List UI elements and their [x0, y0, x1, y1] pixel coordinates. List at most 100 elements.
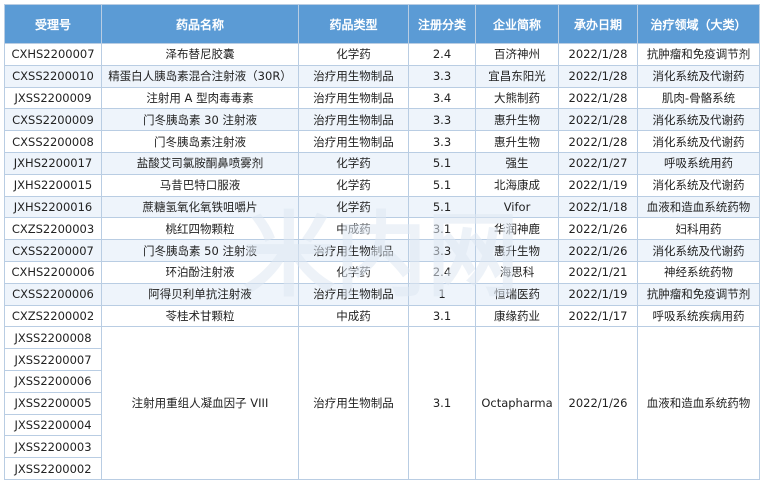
drug-name-cell: 阿得贝利单抗注射液	[101, 282, 299, 306]
registration-category-cell: 5.1	[408, 173, 476, 197]
drug-name-cell: 门冬胰岛素注射液	[101, 130, 299, 153]
therapeutic-area-cell: 消化系统及代谢药	[637, 173, 760, 197]
drug-type-cell: 治疗用生物制品	[298, 86, 409, 110]
acceptance-id-cell: JXHS2200017	[4, 151, 102, 175]
acceptance-id-cell: JXSS2200005	[4, 391, 102, 415]
acceptance-id-cell: CXSS2200007	[4, 239, 102, 262]
table-row: JXHS2200015 马昔巴特口服液 化学药 5.1 北海康成 2022/1/19 消化系…	[4, 173, 760, 197]
date-cell: 2022/1/28	[558, 130, 638, 153]
company-cell: 大熊制药	[475, 86, 559, 110]
drug-name-cell: 盐酸艾司氯胺酮鼻喷雾剂	[101, 151, 299, 175]
column-header[interactable]: 受理号	[4, 4, 102, 44]
therapeutic-area-cell: 神经系统药物	[637, 260, 760, 284]
drug-type-cell: 治疗用生物制品	[298, 64, 409, 88]
drug-type-cell: 治疗用生物制品	[298, 130, 409, 153]
table-row: CXSS2200010 精蛋白人胰岛素混合注射液（30R） 治疗用生物制品 3.3 宜昌…	[4, 64, 760, 88]
therapeutic-area-cell: 消化系统及代谢药	[637, 64, 760, 88]
acceptance-id-cell: CXZS2200003	[4, 217, 102, 241]
acceptance-id-cell: JXSS2200009	[4, 86, 102, 110]
therapeutic-area-cell: 消化系统及代谢药	[637, 130, 760, 153]
drug-name-cell: 苓桂术甘颗粒	[101, 304, 299, 328]
company-cell: Vifor	[475, 195, 559, 219]
date-cell: 2022/1/18	[558, 195, 638, 219]
acceptance-id-cell: CXSS2200008	[4, 130, 102, 153]
header-row: 受理号 药品名称 药品类型 注册分类 企业简称 承办日期 治疗领域（大类）	[4, 4, 760, 44]
registration-category-cell: 5.1	[408, 151, 476, 175]
registration-category-cell: 3.3	[408, 130, 476, 153]
date-cell: 2022/1/26	[558, 217, 638, 241]
company-cell: 百济神州	[475, 43, 559, 66]
company-cell: 惠升生物	[475, 108, 559, 132]
registration-category-cell: 5.1	[408, 195, 476, 219]
drug-registration-table: 受理号 药品名称 药品类型 注册分类 企业简称 承办日期 治疗领域（大类） CX…	[4, 4, 760, 480]
drug-type-cell: 化学药	[298, 43, 409, 66]
acceptance-id-cell: JXHS2200016	[4, 195, 102, 219]
registration-category-cell: 3.1	[408, 326, 476, 480]
company-cell: Octapharma	[475, 326, 559, 480]
table-row: JXSS2200008 注射用重组人凝血因子 VIII 治疗用生物制品 3.1 Octa…	[4, 326, 760, 480]
therapeutic-area-cell: 抗肿瘤和免疫调节剂	[637, 282, 760, 306]
company-cell: 北海康成	[475, 173, 559, 197]
drug-name-cell: 门冬胰岛素 50 注射液	[101, 239, 299, 262]
therapeutic-area-cell: 血液和造血系统药物	[637, 195, 760, 219]
registration-category-cell: 2.4	[408, 260, 476, 284]
acceptance-id-cell: JXSS2200006	[4, 369, 102, 393]
column-header[interactable]: 承办日期	[558, 4, 638, 44]
company-cell: 惠升生物	[475, 239, 559, 262]
acceptance-id-cell: CXHS2200006	[4, 260, 102, 284]
column-header[interactable]: 企业简称	[475, 4, 559, 44]
therapeutic-area-cell: 呼吸系统用药	[637, 151, 760, 175]
acceptance-id-cell: CXSS2200010	[4, 64, 102, 88]
column-header[interactable]: 注册分类	[408, 4, 476, 44]
acceptance-id-cell: JXSS2200002	[4, 457, 102, 480]
date-cell: 2022/1/19	[558, 173, 638, 197]
column-header[interactable]: 治疗领域（大类）	[637, 4, 760, 44]
company-cell: 海思科	[475, 260, 559, 284]
date-cell: 2022/1/27	[558, 151, 638, 175]
company-cell: 惠升生物	[475, 130, 559, 153]
drug-name-cell: 蔗糖氢氧化氧铁咀嚼片	[101, 195, 299, 219]
drug-name-cell: 门冬胰岛素 30 注射液	[101, 108, 299, 132]
table-row: JXHS2200017 盐酸艾司氯胺酮鼻喷雾剂 化学药 5.1 强生 2022/1/27 呼…	[4, 151, 760, 175]
therapeutic-area-cell: 妇科用药	[637, 217, 760, 241]
column-header[interactable]: 药品类型	[298, 4, 409, 44]
drug-registration-table-container: 受理号 药品名称 药品类型 注册分类 企业简称 承办日期 治疗领域（大类） CX…	[4, 4, 760, 480]
drug-name-cell: 注射用重组人凝血因子 VIII	[101, 326, 299, 480]
drug-type-cell: 治疗用生物制品	[298, 282, 409, 306]
table-row: JXSS2200009 注射用 A 型肉毒毒素 治疗用生物制品 3.4 大熊制药 2022…	[4, 86, 760, 110]
date-cell: 2022/1/26	[558, 239, 638, 262]
registration-category-cell: 1	[408, 282, 476, 306]
acceptance-id-cell: CXHS2200007	[4, 43, 102, 66]
drug-name-cell: 精蛋白人胰岛素混合注射液（30R）	[101, 64, 299, 88]
table-row: CXHS2200007 泽布替尼胶囊 化学药 2.4 百济神州 2022/1/28 抗肿瘤和…	[4, 43, 760, 66]
acceptance-id-cell: CXSS2200006	[4, 282, 102, 306]
registration-category-cell: 3.3	[408, 108, 476, 132]
company-cell: 康缘药业	[475, 304, 559, 328]
acceptance-id-cell: JXSS2200004	[4, 413, 102, 437]
drug-type-cell: 化学药	[298, 173, 409, 197]
drug-type-cell: 治疗用生物制品	[298, 108, 409, 132]
acceptance-id-cell: JXSS2200008	[4, 326, 102, 350]
drug-name-cell: 注射用 A 型肉毒毒素	[101, 86, 299, 110]
company-cell: 恒瑞医药	[475, 282, 559, 306]
drug-type-cell: 化学药	[298, 260, 409, 284]
therapeutic-area-cell: 肌肉-骨骼系统	[637, 86, 760, 110]
therapeutic-area-cell: 消化系统及代谢药	[637, 108, 760, 132]
date-cell: 2022/1/19	[558, 282, 638, 306]
drug-type-cell: 中成药	[298, 304, 409, 328]
registration-category-cell: 3.3	[408, 239, 476, 262]
drug-name-cell: 泽布替尼胶囊	[101, 43, 299, 66]
date-cell: 2022/1/28	[558, 108, 638, 132]
date-cell: 2022/1/28	[558, 86, 638, 110]
date-cell: 2022/1/26	[558, 326, 638, 480]
drug-type-cell: 中成药	[298, 217, 409, 241]
table-row: CXSS2200006 阿得贝利单抗注射液 治疗用生物制品 1 恒瑞医药 2022/1/1…	[4, 282, 760, 306]
table-row: JXHS2200016 蔗糖氢氧化氧铁咀嚼片 化学药 5.1 Vifor 2022/1/1…	[4, 195, 760, 219]
drug-type-cell: 治疗用生物制品	[298, 326, 409, 480]
column-header[interactable]: 药品名称	[101, 4, 299, 44]
therapeutic-area-cell: 消化系统及代谢药	[637, 239, 760, 262]
date-cell: 2022/1/17	[558, 304, 638, 328]
therapeutic-area-cell: 呼吸系统疾病用药	[637, 304, 760, 328]
table-row: CXSS2200008 门冬胰岛素注射液 治疗用生物制品 3.3 惠升生物 2022/1/…	[4, 130, 760, 153]
date-cell: 2022/1/28	[558, 43, 638, 66]
